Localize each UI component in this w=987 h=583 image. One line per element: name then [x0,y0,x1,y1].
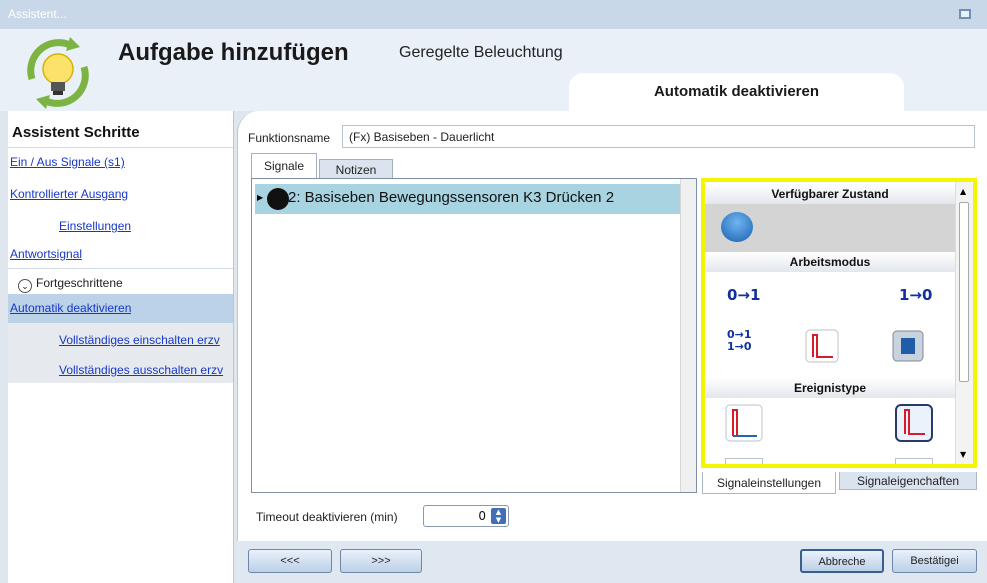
sidebar-item-full-off[interactable]: Vollständiges ausschalten erzv [59,363,231,377]
advanced-label: Fortgeschrittene [36,276,123,290]
timeout-value: 0 [478,509,486,523]
confirm-button[interactable]: Bestätigei [892,549,977,573]
chevron-down-icon: ⌄ [18,279,32,293]
step-tab-active: Automatik deaktivieren [569,73,904,111]
signal-label: 2: Basiseben Bewegungssensoren K3 Drücke… [288,189,615,206]
sidebar-heading: Assistent Schritte [12,124,140,141]
timeout-stepper[interactable]: 0 ▲ ▼ [423,505,509,527]
event-icon-partial[interactable] [725,458,763,464]
previous-button[interactable]: <<< [248,549,332,573]
sidebar-item-disable-automatic[interactable]: Automatik deaktivieren [10,301,131,315]
mode-1-to-0-icon[interactable]: 1→0 [899,286,932,304]
lightbulb-logo-icon [27,37,89,109]
section-available-state: Verfügbarer Zustand [705,184,955,204]
sidebar-item-controlled-output[interactable]: Kontrollierter Ausgang [10,187,128,201]
scrollbar-thumb[interactable] [959,202,969,382]
window-title: Assistent... [8,7,67,21]
sidebar-item-full-on[interactable]: Vollständiges einschalten erzv [59,333,231,347]
divider [8,268,233,269]
scrollbar[interactable] [680,179,696,492]
advanced-expander[interactable]: ⌄ Fortgeschrittene [18,276,123,293]
scrollbar[interactable]: ▲ ▼ [955,182,973,464]
sidebar-item-response-signal[interactable]: Antwortsignal [10,247,82,261]
signal-settings-panel: Verfügbarer Zustand Arbeitsmodus 0→1 1→0… [701,178,977,468]
tab-signals[interactable]: Signale [251,153,317,179]
state-button-icon[interactable] [721,212,753,242]
signals-list: ▶ 2: Basiseben Bewegungssensoren K3 Drüc… [251,178,697,493]
mode-device-icon[interactable] [891,329,925,363]
page-title: Aufgabe hinzufügen [118,39,349,66]
section-event-type: Ereignistype [705,378,955,398]
tab-signal-properties[interactable]: Signaleigenchaften [839,472,977,490]
function-name-input[interactable]: (Fx) Basiseben - Dauerlicht [342,125,975,148]
scroll-up-icon[interactable]: ▲ [960,187,966,196]
event-falling-icon[interactable] [895,404,933,442]
timeout-label: Timeout deaktivieren (min) [256,510,398,524]
motion-sensor-icon [267,188,289,210]
next-button[interactable]: >>> [340,549,422,573]
section-work-mode: Arbeitsmodus [705,252,955,272]
sidebar-item-settings[interactable]: Einstellungen [59,219,131,233]
scroll-down-icon[interactable]: ▼ [960,450,966,459]
mode-toggle-icon[interactable]: 0→1 1→0 [727,329,755,363]
tab-signal-settings[interactable]: Signaleinstellungen [702,472,836,494]
expand-arrow-icon: ▶ [257,193,264,202]
mode-0-to-1-icon[interactable]: 0→1 [727,286,760,304]
title-bar: Assistent... [0,0,987,29]
cancel-button[interactable]: Abbreche [800,549,884,573]
page-subtitle: Geregelte Beleuchtung [399,44,563,61]
function-name-label: Funktionsname [248,131,331,145]
maximize-button[interactable] [959,9,971,19]
sidebar-item-on-off-signals[interactable]: Ein / Aus Signale (s1) [10,155,125,169]
divider [8,147,233,148]
event-icon-partial[interactable] [895,458,933,464]
mode-pulse-icon[interactable] [805,329,839,363]
state-row [705,204,955,252]
event-rising-icon[interactable] [725,404,763,442]
list-item[interactable]: ▶ 2: Basiseben Bewegungssensoren K3 Drüc… [255,184,680,214]
spinner-icon[interactable]: ▲ ▼ [491,508,506,524]
step-tab-label: Automatik deaktivieren [653,83,820,100]
tab-notes[interactable]: Notizen [319,159,393,179]
wizard-steps-sidebar: Assistent Schritte Ein / Aus Signale (s1… [8,111,234,583]
wizard-header: Aufgabe hinzufügen Geregelte Beleuchtung… [0,29,987,111]
